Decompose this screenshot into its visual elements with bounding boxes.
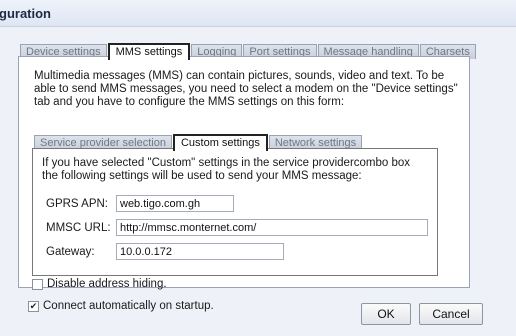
mms-description-line: able to send MMS messages, you need to s… — [34, 83, 458, 95]
custom-description-line: If you have selected "Custom" settings i… — [42, 157, 411, 169]
disable-address-hiding-checkbox[interactable] — [32, 278, 43, 290]
custom-description-line: the following settings will be used to s… — [42, 170, 362, 182]
checkmark-icon: ✔ — [29, 300, 38, 311]
mms-description-line: Multimedia messages (MMS) can contain pi… — [34, 70, 445, 82]
connect-on-startup-label: Connect automatically on startup. — [43, 300, 214, 312]
mmsc-url-label: MMSC URL: — [46, 222, 111, 234]
gateway-field[interactable] — [116, 243, 284, 260]
connect-on-startup-checkbox[interactable]: ✔ — [28, 300, 39, 312]
disable-address-hiding-option[interactable]: Disable address hiding. — [32, 278, 167, 290]
tab-custom-settings[interactable]: Custom settings — [172, 134, 268, 151]
gateway-label: Gateway: — [46, 246, 95, 258]
gprs-apn-label: GPRS APN: — [46, 198, 108, 210]
title-bar: guration — [0, 0, 516, 27]
connect-on-startup-option[interactable]: ✔ Connect automatically on startup. — [28, 300, 214, 312]
mms-description-line: tab and you have to configure the MMS se… — [34, 96, 345, 108]
mms-description: Multimedia messages (MMS) can contain pi… — [34, 70, 458, 109]
mmsc-url-field[interactable] — [116, 219, 428, 236]
gprs-apn-field[interactable] — [116, 195, 234, 212]
disable-address-hiding-label: Disable address hiding. — [47, 278, 167, 290]
tab-mms-settings[interactable]: MMS settings — [107, 43, 191, 60]
cancel-button[interactable]: Cancel — [419, 303, 483, 325]
window-title: guration — [0, 6, 51, 21]
custom-description: If you have selected "Custom" settings i… — [42, 157, 410, 183]
ok-button[interactable]: OK — [361, 303, 411, 325]
